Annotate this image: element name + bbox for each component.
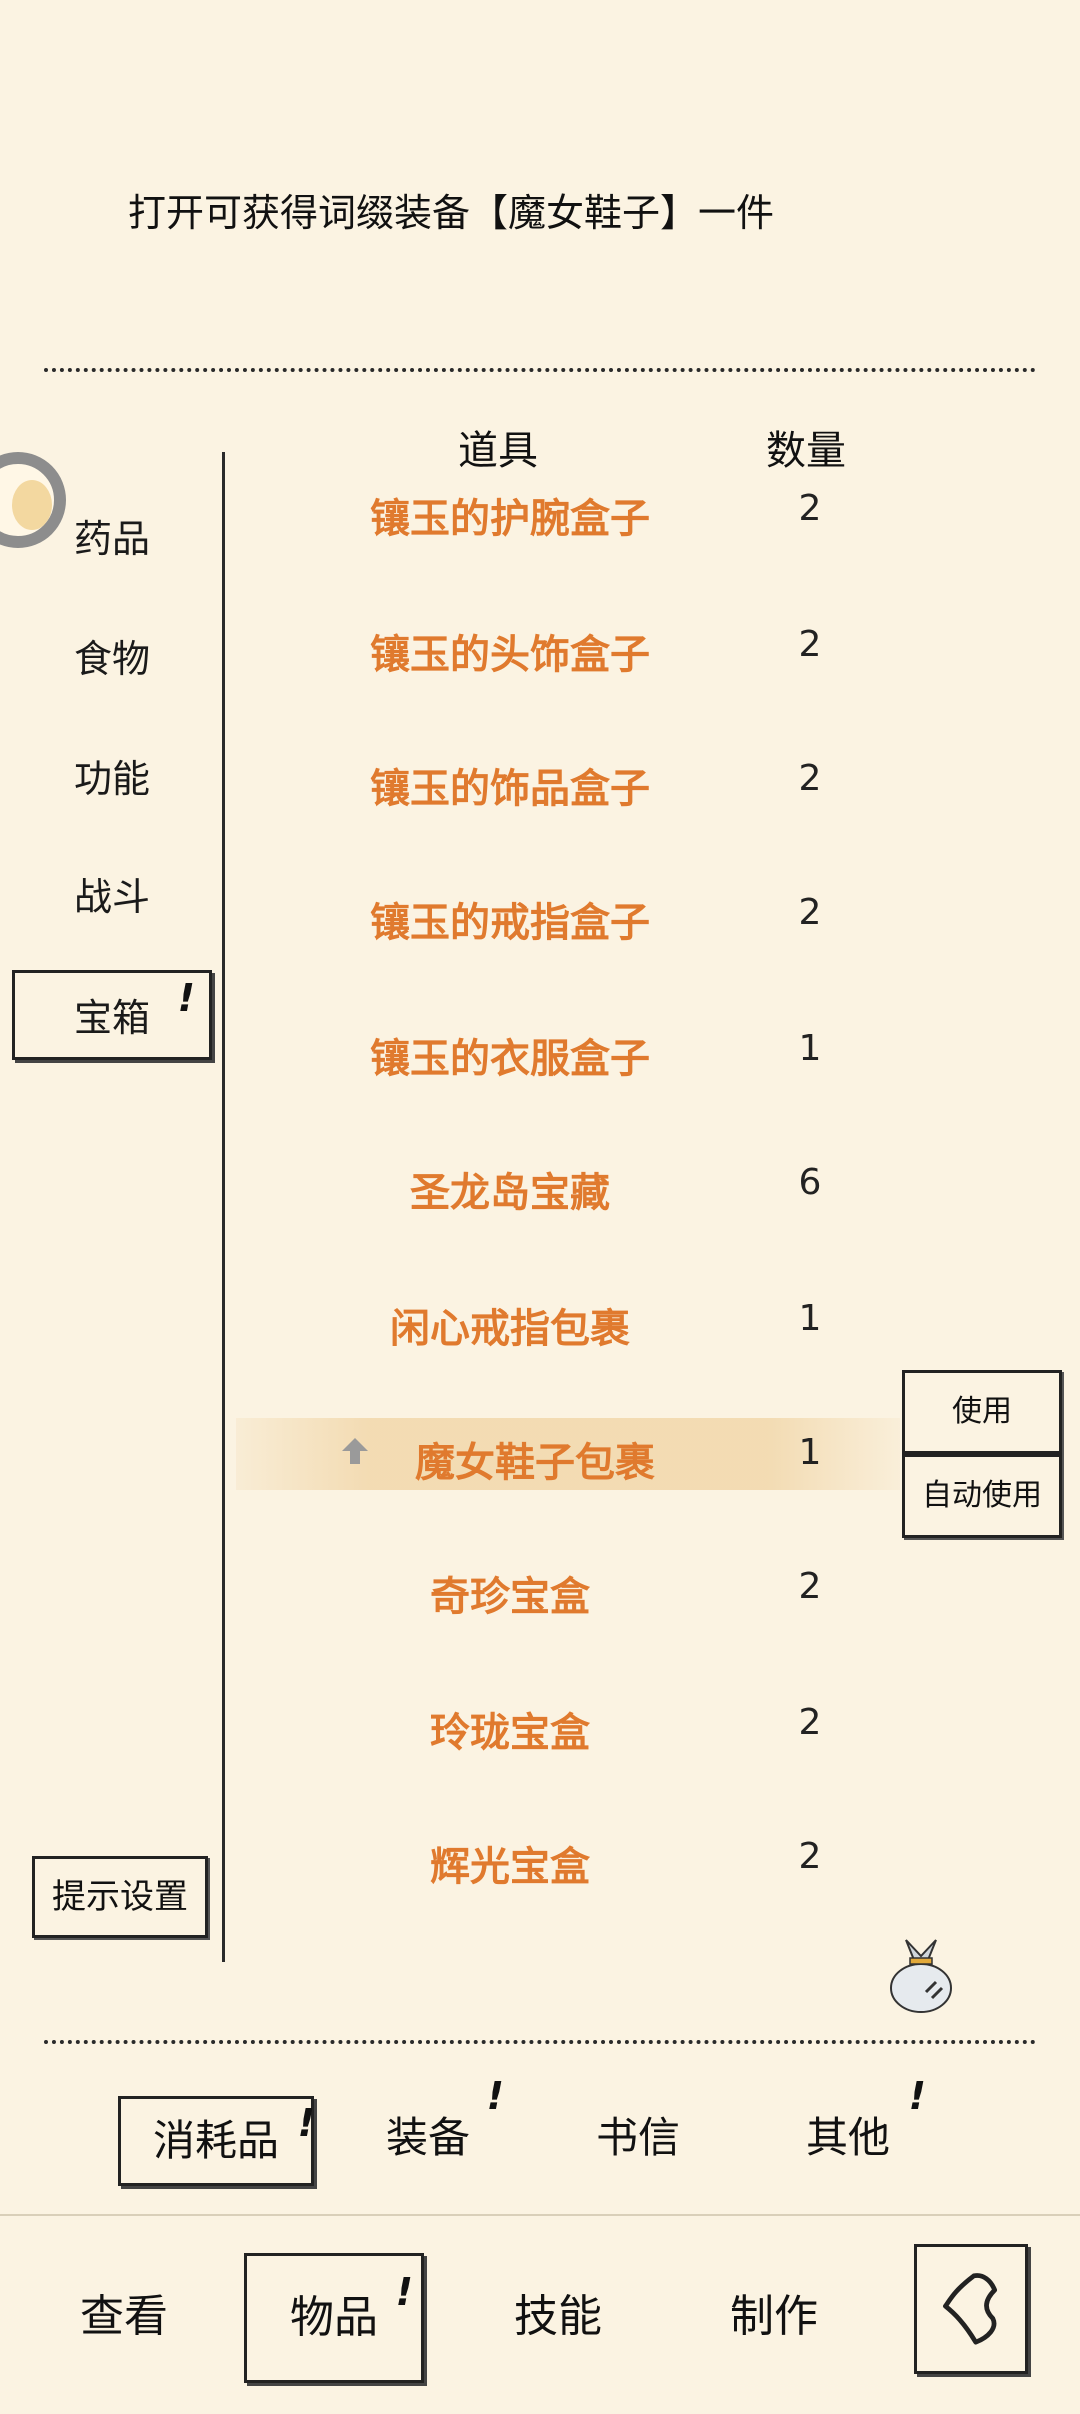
header-quantity: 数量: [766, 428, 846, 474]
tip-settings-button[interactable]: 提示设置: [32, 1856, 208, 1938]
category-separator: [222, 452, 225, 1962]
table-row-name-selected[interactable]: 魔女鞋子包裹: [260, 1430, 760, 1488]
subtab-consumables[interactable]: 消耗品 !: [118, 2096, 315, 2186]
nav-skills[interactable]: 技能: [514, 2280, 602, 2344]
subtab-label: 其他: [806, 2113, 891, 2162]
back-chevron-icon: [943, 2273, 998, 2345]
category-label: 功能: [73, 757, 150, 801]
table-row-name[interactable]: 圣龙岛宝藏: [260, 1160, 760, 1218]
bottom-dotted-divider: [44, 2040, 1036, 2044]
subtab-equipment[interactable]: 装备 !: [386, 2074, 504, 2165]
category-treasure-chest[interactable]: 宝箱 !: [12, 970, 212, 1060]
table-row-name[interactable]: 辉光宝盒: [260, 1834, 760, 1892]
bag-icon[interactable]: [886, 1930, 956, 2016]
table-row-qty: 1: [798, 1298, 822, 1339]
table-row-qty: 2: [798, 1702, 822, 1743]
category-label: 药品: [73, 517, 150, 561]
category-food[interactable]: 食物: [12, 614, 212, 704]
table-row-name[interactable]: 闲心戒指包裹: [260, 1296, 760, 1354]
category-label: 宝箱: [73, 996, 150, 1040]
table-row-qty: 2: [798, 1836, 822, 1877]
table-row-qty: 2: [798, 624, 822, 665]
subtab-label: 书信: [596, 2113, 681, 2162]
category-function[interactable]: 功能: [12, 734, 212, 824]
table-row-name[interactable]: 奇珍宝盒: [260, 1564, 760, 1622]
header-item: 道具: [458, 428, 538, 474]
table-row-qty: 2: [798, 892, 822, 933]
table-row-name[interactable]: 镶玉的饰品盒子: [260, 756, 760, 814]
category-label: 食物: [73, 637, 150, 681]
alert-mark: !: [908, 2074, 927, 2118]
table-row-qty: 2: [798, 758, 822, 799]
subtab-letters[interactable]: 书信: [596, 2104, 680, 2165]
use-button[interactable]: 使用: [902, 1370, 1062, 1454]
table-row-name[interactable]: 玲珑宝盒: [260, 1700, 760, 1758]
back-button[interactable]: [914, 2244, 1028, 2374]
table-row-name[interactable]: 镶玉的头饰盒子: [260, 622, 760, 680]
top-dotted-divider: [44, 368, 1036, 372]
subtab-label: 消耗品: [152, 2116, 279, 2165]
subtab-others[interactable]: 其他 !: [806, 2074, 926, 2165]
alert-mark: !: [395, 2270, 413, 2314]
table-row-name[interactable]: 镶玉的护腕盒子: [260, 486, 760, 544]
nav-label: 制作: [730, 2291, 818, 2342]
table-row-qty: 1: [798, 1028, 822, 1069]
auto-use-button[interactable]: 自动使用: [902, 1454, 1062, 1538]
table-row-name[interactable]: 镶玉的衣服盒子: [260, 1026, 760, 1084]
nav-label: 物品: [290, 2292, 378, 2343]
item-description: 打开可获得词缀装备【魔女鞋子】一件: [128, 191, 775, 235]
nav-craft[interactable]: 制作: [730, 2280, 818, 2344]
category-label: 战斗: [73, 875, 150, 919]
alert-mark: !: [486, 2074, 505, 2118]
category-medicine[interactable]: 药品: [12, 494, 212, 584]
nav-label: 技能: [514, 2291, 602, 2342]
alert-mark: !: [297, 2101, 315, 2145]
table-row-qty: 2: [798, 1566, 822, 1607]
alert-mark: !: [177, 976, 195, 1020]
nav-label: 查看: [80, 2291, 168, 2342]
table-row-name[interactable]: 镶玉的戒指盒子: [260, 890, 760, 948]
table-row-qty: 6: [798, 1162, 822, 1203]
table-row-qty: 2: [798, 488, 822, 529]
nav-view[interactable]: 查看: [80, 2280, 168, 2344]
nav-items[interactable]: 物品 !: [244, 2253, 424, 2383]
category-combat[interactable]: 战斗: [12, 852, 212, 942]
subtab-label: 装备: [386, 2113, 471, 2162]
table-row-qty: 1: [798, 1432, 822, 1473]
nav-divider: [0, 2214, 1080, 2216]
